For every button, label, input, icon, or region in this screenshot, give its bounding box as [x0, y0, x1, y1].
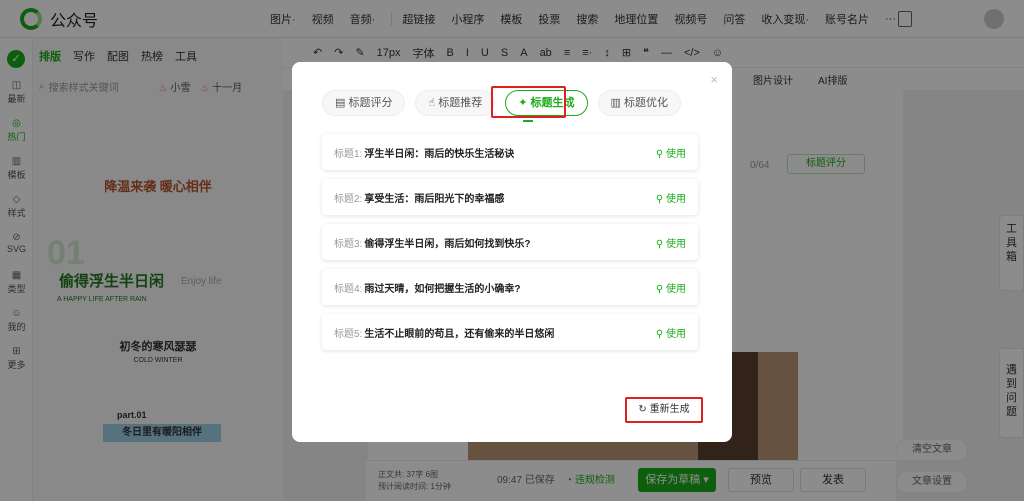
tab-label: 标题优化 — [623, 97, 668, 109]
title-index: 标题1: — [334, 148, 363, 160]
tab-label: 标题评分 — [348, 97, 393, 109]
use-label: 使用 — [666, 284, 686, 295]
title-index: 标题4: — [334, 283, 363, 295]
pin-icon: ⚲ — [655, 329, 664, 340]
title-assistant-dialog: × ▤ 标题评分 ☝ 标题推荐 ✦ 标题生成 ▥ 标题优化 标题1: 浮生半日闲… — [292, 62, 732, 442]
pin-icon: ⚲ — [655, 149, 664, 160]
use-label: 使用 — [666, 194, 686, 205]
use-button[interactable]: ⚲ 使用 — [656, 280, 686, 295]
use-label: 使用 — [666, 329, 686, 340]
tab-title-recommend[interactable]: ☝ 标题推荐 — [415, 90, 496, 116]
document-icon: ▥ — [610, 97, 621, 109]
title-text: 生活不止眼前的苟且，还有偷来的半日悠闲 — [364, 328, 555, 340]
pin-icon: ⚲ — [655, 239, 664, 250]
highlight-box-regenerate — [625, 397, 703, 423]
tab-title-score[interactable]: ▤ 标题评分 — [322, 90, 406, 116]
list-item: 标题5: 生活不止眼前的苟且，还有偷来的半日悠闲 ⚲ 使用 — [322, 314, 698, 350]
list-item: 标题4: 雨过天晴，如何把握生活的小确幸? ⚲ 使用 — [322, 269, 698, 305]
use-button[interactable]: ⚲ 使用 — [656, 235, 686, 250]
use-label: 使用 — [666, 239, 686, 250]
close-icon[interactable]: × — [710, 72, 718, 87]
title-text: 享受生活：雨后阳光下的幸福感 — [364, 193, 505, 205]
title-index: 标题2: — [334, 193, 363, 205]
score-icon: ▤ — [335, 97, 346, 109]
list-item: 标题1: 浮生半日闲：雨后的快乐生活秘诀 ⚲ 使用 — [322, 134, 698, 170]
use-label: 使用 — [666, 149, 686, 160]
tab-label: 标题推荐 — [438, 97, 483, 109]
title-text: 雨过天晴，如何把握生活的小确幸? — [364, 283, 521, 295]
list-item: 标题2: 享受生活：雨后阳光下的幸福感 ⚲ 使用 — [322, 179, 698, 215]
tab-title-optimize[interactable]: ▥ 标题优化 — [597, 90, 681, 116]
pin-icon: ⚲ — [655, 194, 664, 205]
title-index: 标题3: — [334, 238, 363, 250]
title-index: 标题5: — [334, 328, 363, 340]
title-text: 浮生半日闲：雨后的快乐生活秘诀 — [364, 148, 515, 160]
use-button[interactable]: ⚲ 使用 — [656, 325, 686, 340]
use-button[interactable]: ⚲ 使用 — [656, 190, 686, 205]
generated-titles-list: 标题1: 浮生半日闲：雨后的快乐生活秘诀 ⚲ 使用 标题2: 享受生活：雨后阳光… — [322, 134, 698, 359]
active-tab-indicator — [523, 120, 533, 122]
title-text: 偷得浮生半日闲，雨后如何找到快乐? — [364, 238, 531, 250]
use-button[interactable]: ⚲ 使用 — [656, 145, 686, 160]
thumb-icon: ☝ — [428, 97, 436, 109]
highlight-box-tab — [491, 86, 566, 118]
list-item: 标题3: 偷得浮生半日闲，雨后如何找到快乐? ⚲ 使用 — [322, 224, 698, 260]
pin-icon: ⚲ — [655, 284, 664, 295]
